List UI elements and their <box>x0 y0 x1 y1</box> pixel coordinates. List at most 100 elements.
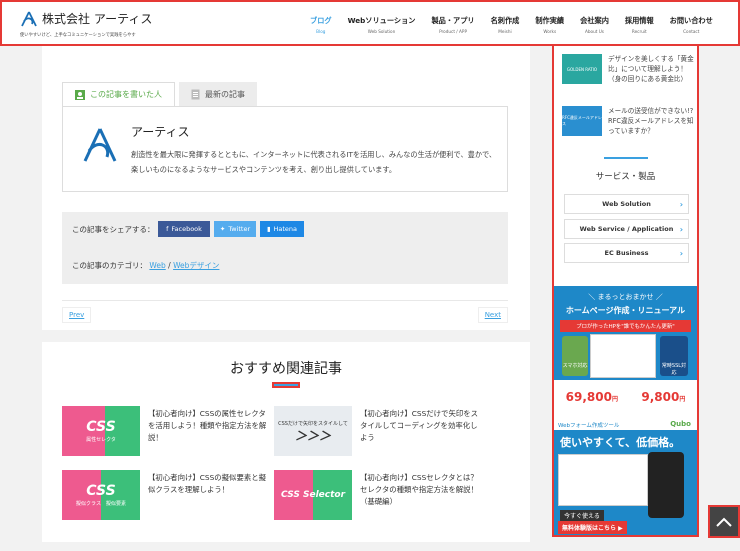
person-icon <box>75 89 85 100</box>
related-card-title: 【初心者向け】CSSだけで矢印をスタイルしてコーディングを効率化しよう <box>360 409 479 442</box>
nav-item-label: 採用情報 <box>624 16 654 25</box>
nav-item-sublabel: Contact <box>683 29 700 34</box>
nav-item-sublabel: Works <box>543 29 557 34</box>
services-divider <box>604 157 648 159</box>
author-avatar-icon <box>83 128 117 162</box>
services-title: サービス・製品 <box>595 172 656 182</box>
related-card[interactable]: CSS Selector 【初心者向け】CSSセレクタとは？セレクタの種類や指定… <box>274 470 478 522</box>
related-thumb: CSSだけで矢印をスタイルして ＞＞＞ <box>274 406 352 456</box>
share-section: この記事をシェアする： f Facebook ✦ Twitter ▮ Hatena こ… <box>62 212 508 284</box>
related-card-title: 【初心者向け】CSSセレクタとは？セレクタの種類や指定方法を解説！（基礎編） <box>360 473 478 506</box>
category-link-webdesign[interactable]: Webデザイン <box>173 261 219 270</box>
sidebar-post[interactable]: GOLDEN RATIO デザインを美しくする「黄金比」について理解しよう！（身… <box>562 54 694 88</box>
ssl-badge: 常時SSL対応 <box>660 336 688 376</box>
category-separator: / <box>168 261 171 270</box>
nav-item[interactable]: 会社案内 About Us <box>572 16 617 34</box>
facebook-icon: f <box>166 225 169 233</box>
twitter-icon: ✦ <box>219 225 226 233</box>
category-row: この記事のカテゴリ： Web / Webデザイン <box>72 260 219 271</box>
related-card-title: 【初心者向け】CSSの属性セレクタを活用しよう！種類や指定方法を解説！ <box>148 409 267 442</box>
tab-latest-label: 最新の記事 <box>205 89 245 99</box>
author-name: アーティス <box>131 125 190 139</box>
chevron-right-icon: › <box>679 248 683 258</box>
author-box: アーティス 創造性を最大限に発揮するとともに、インターネットに代表されるITを活… <box>62 106 508 192</box>
nav-item-label: 名刺作成 <box>490 16 520 25</box>
qubo-logo: Qubo <box>670 420 691 428</box>
scroll-to-top-button[interactable] <box>708 505 740 538</box>
nav-item-sublabel: Meishi <box>498 29 512 34</box>
price-initial: 69,800円 <box>565 390 618 404</box>
nav-item-sublabel: Blog <box>316 29 326 34</box>
nav-item-label: Webソリューション <box>347 16 416 25</box>
category-label: この記事のカテゴリ： <box>72 261 147 270</box>
chevron-right-icon: › <box>679 199 683 209</box>
related-card[interactable]: CSSだけで矢印をスタイルして ＞＞＞ 【初心者向け】CSSだけで矢印をスタイル… <box>274 406 478 458</box>
free-trial-button[interactable]: 無料体験版はこちら ▶ <box>558 521 627 534</box>
smartphone-badge: スマホ対応 <box>562 336 588 376</box>
sidebar-post[interactable]: RFC違反メールアドレス メールの送受信ができない!? RFC違反メールアドレス… <box>562 106 694 140</box>
tab-author[interactable]: この記事を書いた人 <box>62 82 175 106</box>
sidebar-post-thumb: GOLDEN RATIO <box>562 54 602 84</box>
phone-image <box>648 452 684 518</box>
nav-item[interactable]: お問い合わせ Contact <box>662 16 721 34</box>
company-tagline: 使いやすいけど、上手なコミュニケーションで実践をらやす <box>20 33 136 38</box>
nav-item[interactable]: 名刺作成 Meishi <box>483 16 528 34</box>
sidebar-post-title: デザインを美しくする「黄金比」について理解しよう！（身の回りにある黄金比） <box>608 55 694 83</box>
article-main: この記事を書いた人 最新の記事 アーティス 創造性を最大限に発揮するとともに、イ… <box>42 0 530 330</box>
site-logo[interactable]: 株式会社 アーティス 使いやすいけど、上手なコミュニケーションで実践をらやす <box>20 10 170 38</box>
price-monthly: 9,800円 <box>641 390 686 404</box>
related-thumb: CSS 属性セレクタ <box>62 406 140 456</box>
homepage-banner[interactable]: ＼ まるっとおまかせ ／ ホームページ作成・リニューアル プロが作ったHPを"誰… <box>554 286 697 414</box>
related-title-underline <box>272 382 300 388</box>
sidebar-post-title: メールの送受信ができない!? RFC違反メールアドレスを知っていますか？ <box>608 107 694 135</box>
prev-link[interactable]: Prev <box>62 307 92 323</box>
nav-item-label: ブログ <box>310 16 332 25</box>
related-card[interactable]: CSS 属性セレクタ 【初心者向け】CSSの属性セレクタを活用しよう！種類や指定… <box>62 406 266 458</box>
related-thumb: CSS 擬似クラス 擬似要素 <box>62 470 140 520</box>
author-description: 創造性を最大限に発揮するとともに、インターネットに代表されるITを活用し、みんな… <box>131 150 497 174</box>
chevron-right-icon: › <box>679 224 683 234</box>
related-card-title: 【初心者向け】CSSの擬似要素と擬似クラスを理解しよう！ <box>148 473 267 494</box>
nav-item[interactable]: 採用情報 Recruit <box>617 16 662 34</box>
hatena-share-button[interactable]: ▮ Hatena <box>260 221 304 237</box>
artis-logo-icon <box>21 11 37 26</box>
related-thumb: CSS Selector <box>274 470 352 520</box>
share-label: この記事をシェアする： <box>72 225 155 234</box>
sidebar: GOLDEN RATIO デザインを美しくする「黄金比」について理解しよう！（身… <box>552 44 699 537</box>
nav-item-label: 製品・アプリ <box>431 16 475 25</box>
related-card[interactable]: CSS 擬似クラス 擬似要素 【初心者向け】CSSの擬似要素と擬似クラスを理解し… <box>62 470 266 522</box>
facebook-share-button[interactable]: f Facebook <box>158 221 210 237</box>
service-web-application[interactable]: Web Service / Application › <box>564 219 689 239</box>
nav-item-label: 会社案内 <box>580 16 609 25</box>
form-screenshot <box>558 454 648 506</box>
qubo-banner[interactable]: Webフォーム作成ツール Qubo 使いやすくて、低価格。 今すぐ使える 無料体… <box>554 418 697 535</box>
chevron-up-icon <box>716 517 732 527</box>
pager: Prev Next <box>62 300 508 323</box>
nav-item[interactable]: 制作実績 Works <box>527 16 572 34</box>
nav-item[interactable]: ブログ Blog <box>302 16 340 34</box>
tab-latest[interactable]: 最新の記事 <box>179 82 257 106</box>
author-tabs: この記事を書いた人 最新の記事 <box>62 82 257 106</box>
category-link-web[interactable]: Web <box>149 261 165 270</box>
sidebar-post-thumb: RFC違反メールアドレス <box>562 106 602 136</box>
document-icon <box>191 89 200 99</box>
nav-item-label: お問い合わせ <box>669 16 713 25</box>
nav-item[interactable]: 製品・アプリ Product / APP <box>423 16 482 34</box>
site-header: 株式会社 アーティス 使いやすいけど、上手なコミュニケーションで実践をらやす ブ… <box>0 0 740 46</box>
next-link[interactable]: Next <box>477 307 508 323</box>
nav-item-sublabel: Recruit <box>631 29 647 34</box>
company-name: 株式会社 アーティス <box>42 12 153 26</box>
tab-author-label: この記事を書いた人 <box>90 90 162 99</box>
nav-item[interactable]: Webソリューション Web Solution <box>340 16 424 34</box>
related-title: おすすめ関連記事 <box>230 361 342 377</box>
nav-item-sublabel: About Us <box>585 29 604 34</box>
nav-item-sublabel: Product / APP <box>439 29 467 34</box>
website-preview-image <box>590 334 656 378</box>
service-web-solution[interactable]: Web Solution › <box>564 194 689 214</box>
nav-item-label: 制作実績 <box>535 16 565 25</box>
main-nav: ブログ Blog Webソリューション Web Solution 製品・アプリ Produ… <box>302 16 721 34</box>
twitter-share-button[interactable]: ✦ Twitter <box>214 221 256 237</box>
related-articles: おすすめ関連記事 CSS 属性セレクタ 【初心者向け】CSSの属性セレクタを活用… <box>42 342 530 542</box>
nav-item-sublabel: Web Solution <box>367 29 396 34</box>
service-ec-business[interactable]: EC Business › <box>564 243 689 263</box>
